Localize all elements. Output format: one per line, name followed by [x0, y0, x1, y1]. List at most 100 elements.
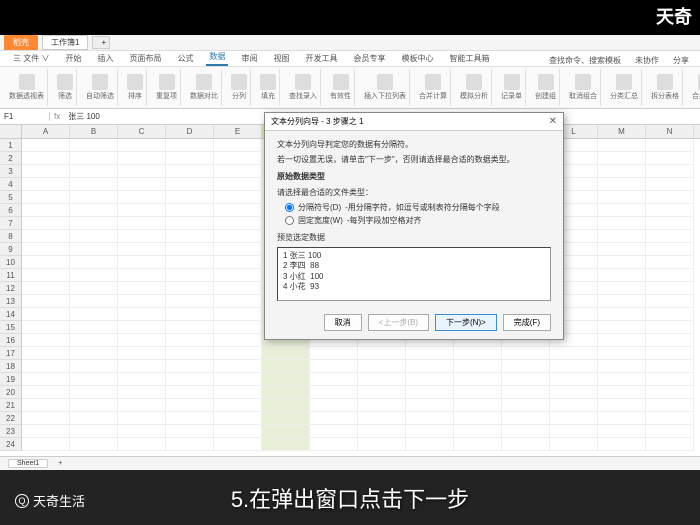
cell[interactable] — [22, 269, 70, 282]
cell[interactable] — [166, 230, 214, 243]
cell[interactable] — [262, 438, 310, 451]
rtab-data[interactable]: 数据 — [206, 49, 228, 66]
cell[interactable] — [406, 425, 454, 438]
cell[interactable] — [310, 412, 358, 425]
col-E[interactable]: E — [214, 125, 262, 138]
cell[interactable] — [646, 217, 694, 230]
cancel-button[interactable]: 取消 — [324, 314, 362, 331]
preview-box[interactable]: 1 张三 100 2 李四 88 3 小红 100 4 小花 93 — [277, 247, 551, 301]
file-menu[interactable]: 三 文件 ∨ — [10, 51, 52, 66]
row-header[interactable]: 15 — [0, 321, 22, 334]
rg-filter[interactable]: 筛选 — [54, 69, 77, 106]
rg-group[interactable]: 创建组 — [532, 69, 560, 106]
cell[interactable] — [70, 165, 118, 178]
cell[interactable] — [646, 334, 694, 347]
cell[interactable] — [598, 243, 646, 256]
tab-new[interactable]: + — [92, 36, 110, 49]
cell[interactable] — [646, 386, 694, 399]
cell[interactable] — [598, 425, 646, 438]
cell[interactable] — [262, 425, 310, 438]
cell[interactable] — [598, 321, 646, 334]
cell[interactable] — [70, 386, 118, 399]
cell[interactable] — [214, 321, 262, 334]
cell[interactable] — [598, 412, 646, 425]
cell[interactable] — [550, 438, 598, 451]
share-button[interactable]: 分享 — [670, 53, 692, 68]
cell[interactable] — [646, 269, 694, 282]
cell[interactable] — [454, 412, 502, 425]
cell[interactable] — [22, 230, 70, 243]
rtab-smart[interactable]: 智能工具箱 — [446, 51, 492, 66]
cell[interactable] — [70, 256, 118, 269]
cell[interactable] — [646, 139, 694, 152]
cell[interactable] — [118, 321, 166, 334]
select-all-corner[interactable] — [0, 125, 22, 138]
cell[interactable] — [70, 360, 118, 373]
cell[interactable] — [598, 295, 646, 308]
cell[interactable] — [598, 204, 646, 217]
cell[interactable] — [214, 178, 262, 191]
rg-split[interactable]: 分列 — [228, 69, 251, 106]
cell[interactable] — [502, 438, 550, 451]
cell[interactable] — [550, 412, 598, 425]
cell[interactable] — [598, 217, 646, 230]
cell[interactable] — [118, 178, 166, 191]
col-B[interactable]: B — [70, 125, 118, 138]
row-header[interactable]: 12 — [0, 282, 22, 295]
cell[interactable] — [454, 399, 502, 412]
radio-delimited-input[interactable] — [285, 203, 294, 212]
cell[interactable] — [214, 256, 262, 269]
name-box[interactable]: F1 — [0, 112, 50, 121]
cell[interactable] — [598, 269, 646, 282]
cell[interactable] — [166, 347, 214, 360]
cell[interactable] — [646, 243, 694, 256]
cell[interactable] — [118, 399, 166, 412]
cell[interactable] — [118, 438, 166, 451]
cell[interactable] — [214, 152, 262, 165]
cell[interactable] — [598, 399, 646, 412]
cell[interactable] — [214, 438, 262, 451]
row-header[interactable]: 11 — [0, 269, 22, 282]
cell[interactable] — [166, 321, 214, 334]
cell[interactable] — [214, 412, 262, 425]
tab-home[interactable]: 稻壳 — [4, 35, 38, 50]
cell[interactable] — [598, 191, 646, 204]
cell[interactable] — [166, 438, 214, 451]
rg-split-table[interactable]: 拆分表格 — [648, 69, 683, 106]
cell[interactable] — [646, 295, 694, 308]
cell[interactable] — [646, 399, 694, 412]
cell[interactable] — [550, 399, 598, 412]
cell[interactable] — [406, 386, 454, 399]
cell[interactable] — [70, 282, 118, 295]
cell[interactable] — [358, 438, 406, 451]
cell[interactable] — [598, 256, 646, 269]
cell[interactable] — [550, 347, 598, 360]
rtab-member[interactable]: 会员专享 — [350, 51, 388, 66]
cell[interactable] — [22, 178, 70, 191]
cell[interactable] — [646, 282, 694, 295]
row-header[interactable]: 20 — [0, 386, 22, 399]
cell[interactable] — [70, 191, 118, 204]
cell[interactable] — [70, 178, 118, 191]
cell[interactable] — [214, 295, 262, 308]
close-icon[interactable]: ✕ — [549, 116, 557, 127]
cell[interactable] — [454, 373, 502, 386]
cell[interactable] — [118, 191, 166, 204]
cell[interactable] — [22, 217, 70, 230]
fx-icon[interactable]: fx — [50, 112, 64, 121]
cell[interactable] — [118, 243, 166, 256]
cell[interactable] — [310, 373, 358, 386]
row-header[interactable]: 13 — [0, 295, 22, 308]
radio-fixed-input[interactable] — [285, 216, 294, 225]
coop-status[interactable]: 未协作 — [632, 53, 662, 68]
cell[interactable] — [118, 360, 166, 373]
cell[interactable] — [166, 360, 214, 373]
cell[interactable] — [214, 243, 262, 256]
rg-ungroup[interactable]: 取消组合 — [566, 69, 601, 106]
cell[interactable] — [358, 399, 406, 412]
cell[interactable] — [406, 373, 454, 386]
radio-fixed[interactable]: 固定宽度(W) -每列字段加空格对齐 — [285, 215, 551, 226]
cell[interactable] — [166, 425, 214, 438]
cell[interactable] — [598, 178, 646, 191]
cell[interactable] — [22, 139, 70, 152]
